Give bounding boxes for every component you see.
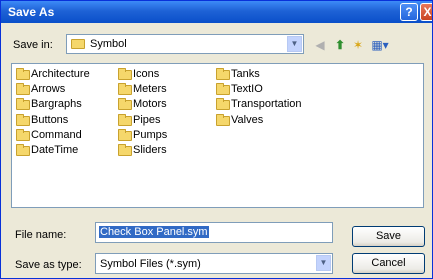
folder-icon (118, 128, 132, 141)
save-as-type-dropdown[interactable]: Symbol Files (*.sym) ▼ (95, 253, 333, 274)
up-folder-icon[interactable]: ⬆ (332, 37, 348, 53)
close-button[interactable]: X (420, 3, 432, 21)
folder-icon (71, 39, 85, 49)
file-list[interactable]: Architecture Arrows Bargraphs Buttons Comman… (11, 63, 424, 208)
window-title: Save As (8, 5, 55, 19)
folder-item-label: DateTime (31, 144, 79, 156)
file-name-label: File name: (15, 229, 67, 241)
folder-icon (216, 68, 230, 80)
back-icon[interactable]: ◀ (312, 37, 328, 53)
folder-item-label: Sliders (133, 144, 167, 156)
folder-icon (216, 83, 230, 96)
cancel-button[interactable]: Cancel (352, 253, 425, 274)
save-in-dropdown[interactable]: Symbol ▼ (66, 34, 304, 54)
folder-icon (16, 98, 30, 111)
file-name-input[interactable]: Check Box Panel.sym (95, 222, 333, 243)
folder-icon (118, 98, 132, 111)
folder-icon (216, 98, 230, 111)
folder-icon (118, 68, 132, 80)
folder-item-label: Command (31, 128, 82, 141)
new-folder-icon[interactable]: ✶ (350, 37, 366, 53)
file-name-value: Check Box Panel.sym (99, 226, 209, 238)
chevron-down-icon[interactable]: ▼ (316, 255, 331, 271)
folder-icon (16, 83, 30, 96)
title-bar: Save As ? X (1, 1, 432, 23)
folder-item-label: Buttons (31, 113, 69, 126)
folder-icon (118, 83, 132, 96)
save-as-type-label: Save as type: (15, 259, 82, 271)
views-menu-icon[interactable]: ▦▾ (368, 37, 392, 53)
save-in-label: Save in: (13, 39, 53, 51)
folder-item-label: Transportation (231, 98, 302, 111)
folder-item-label: Architecture (31, 68, 90, 80)
folder-icon (16, 128, 30, 141)
folder-icon (118, 113, 132, 126)
folder-icon (16, 113, 30, 126)
save-as-type-value: Symbol Files (*.sym) (100, 258, 201, 270)
folder-item-label: Arrows (31, 83, 66, 96)
chevron-down-icon[interactable]: ▼ (287, 36, 302, 52)
save-as-dialog: Save As ? X Save in: Symbol ▼ ◀ ⬆ ✶ ▦▾ A… (0, 0, 433, 279)
folder-item-label: Meters (133, 83, 167, 96)
help-button[interactable]: ? (400, 3, 418, 21)
folder-item-label: Tanks (231, 68, 260, 80)
folder-item-label: Icons (133, 68, 160, 80)
folder-item-label: Pumps (133, 128, 168, 141)
save-button[interactable]: Save (352, 226, 425, 247)
folder-item-label: Valves (231, 113, 264, 126)
folder-item-label: Bargraphs (31, 98, 82, 111)
folder-item-label: Motors (133, 98, 167, 111)
folder-item-label: TextIO (231, 83, 263, 96)
folder-icon (16, 144, 30, 156)
folder-icon (16, 68, 30, 80)
folder-item-label: Pipes (133, 113, 161, 126)
save-in-value: Symbol (90, 38, 127, 50)
folder-icon (118, 144, 132, 156)
folder-icon (216, 113, 230, 126)
